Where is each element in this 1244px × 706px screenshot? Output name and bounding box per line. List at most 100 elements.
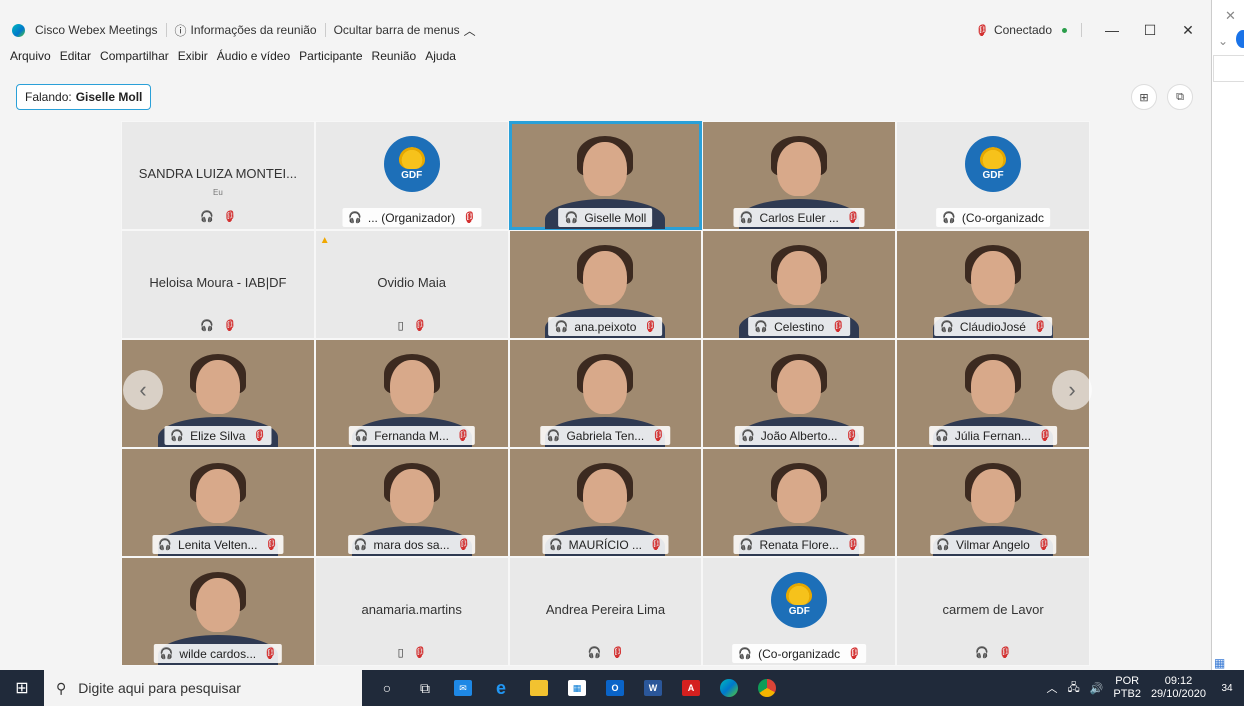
participant-name-tag: 🎧 wilde cardos... 🎙: [153, 644, 283, 663]
menu-participante[interactable]: Participante: [299, 49, 362, 67]
menu-editar[interactable]: Editar: [60, 49, 91, 67]
minimize-button[interactable]: —: [1096, 22, 1128, 38]
taskbar-search[interactable]: ⚲ Digite aqui para pesquisar: [44, 670, 362, 706]
participant-tile[interactable]: 🎧 Carlos Euler ... 🎙: [702, 121, 897, 230]
outlook-icon[interactable]: O: [596, 670, 634, 706]
phone-icon: ▯: [397, 647, 404, 659]
acrobat-icon[interactable]: A: [672, 670, 710, 706]
participant-name-tag: 🎧 Gabriela Ten... 🎙: [540, 426, 671, 445]
headset-icon: 🎧: [348, 212, 362, 224]
grid-layout-icon[interactable]: ⊞: [1131, 84, 1157, 110]
gdf-logo-icon: GDF: [771, 572, 828, 628]
maximize-button[interactable]: ☐: [1134, 22, 1166, 39]
menu-arquivo[interactable]: Arquivo: [10, 49, 51, 67]
participant-name-tag: 🎧 Vilmar Angelo 🎙: [930, 535, 1056, 554]
previous-page-icon[interactable]: ‹: [123, 370, 163, 410]
participant-tile[interactable]: 🎧 CláudioJosé 🎙: [896, 230, 1090, 339]
gdf-logo-icon: GDF: [383, 136, 440, 192]
connection-icon: 🎙: [973, 24, 988, 37]
participant-tile[interactable]: GDF 🎧 (Co-organizadc 🎙: [702, 557, 897, 666]
network-icon[interactable]: 🖧: [1067, 679, 1079, 698]
headset-icon: 🎧: [936, 539, 951, 551]
pop-out-icon[interactable]: ⧉: [1167, 84, 1193, 110]
chevron-down-icon[interactable]: ⌄: [1218, 34, 1228, 48]
participant-tile[interactable]: Heloisa Moura - IAB|DF 🎧 🎙: [121, 230, 315, 339]
chevron-up-icon: ︿: [463, 23, 476, 38]
input-box[interactable]: [1213, 55, 1244, 82]
participant-name: Gabriela Ten...: [566, 428, 645, 443]
participant-tile[interactable]: 🎧 wilde cardos... 🎙: [121, 557, 315, 666]
notification-center-icon[interactable]: 34: [1216, 678, 1238, 698]
word-icon[interactable]: W: [634, 670, 672, 706]
webex-taskbar-icon[interactable]: [710, 670, 748, 706]
phone-icon: ▯: [397, 320, 404, 332]
participant-name: Giselle Moll: [584, 210, 647, 225]
participant-tile[interactable]: 🎧 Gabriela Ten... 🎙: [508, 339, 703, 448]
profile-icon[interactable]: [1236, 30, 1244, 48]
close-icon[interactable]: ✕: [1225, 8, 1236, 24]
participant-name: Carlos Euler ...: [759, 210, 839, 225]
participant-status: 🎧 🎙: [122, 210, 314, 223]
video-face: [583, 251, 628, 305]
participant-tile[interactable]: 🎧 Celestino 🎙: [702, 230, 897, 339]
tray-chevron-icon[interactable]: ︿: [1046, 680, 1057, 696]
menu-ajuda[interactable]: Ajuda: [425, 49, 456, 67]
mail-icon[interactable]: ✉: [444, 670, 482, 706]
volume-icon[interactable]: 🔊: [1090, 682, 1104, 695]
task-view-icon[interactable]: ⧉: [406, 670, 444, 706]
meeting-info-button[interactable]: ⓘ Informações da reunião: [175, 22, 317, 39]
clock[interactable]: 09:12 29/10/2020: [1151, 675, 1206, 701]
menu-compartilhar[interactable]: Compartilhar: [100, 49, 169, 67]
store-icon[interactable]: ▦: [558, 670, 596, 706]
active-speaker-label: Falando: Giselle Moll: [16, 84, 152, 110]
headset-icon: 🎧: [354, 430, 369, 442]
title-bar-right: 🎙 Conectado — ☐ ✕: [974, 11, 1204, 49]
participant-tile[interactable]: 🎧 Lenita Velten... 🎙: [121, 448, 315, 557]
divider: [324, 23, 326, 37]
participant-tile[interactable]: 🎧 Renata Flore... 🎙: [702, 448, 897, 557]
participant-tile[interactable]: SANDRA LUIZA MONTEI... Eu 🎧 🎙: [121, 121, 315, 230]
muted-mic-icon: 🎙: [251, 430, 266, 442]
participant-tile[interactable]: carmem de Lavor 🎧 🎙: [896, 557, 1090, 666]
muted-mic-icon: 🎙: [455, 539, 470, 551]
muted-mic-icon: 🎙: [461, 212, 476, 224]
menu-exibir[interactable]: Exibir: [178, 49, 208, 67]
language-indicator[interactable]: POR PTB2: [1113, 675, 1141, 701]
participant-status: 🎧 🎙: [897, 646, 1089, 659]
video-face: [777, 142, 822, 196]
participant-tile[interactable]: ▲ Ovidio Maia ▯ 🎙: [314, 230, 509, 339]
participant-tile[interactable]: 🎧 João Alberto... 🎙: [702, 339, 897, 448]
edge-icon[interactable]: e: [482, 670, 520, 706]
status-dot-icon: [1062, 27, 1067, 33]
participant-name: wilde cardos...: [179, 646, 257, 661]
menu-reuniao[interactable]: Reunião: [372, 49, 417, 67]
muted-mic-icon: 🎙: [844, 539, 859, 551]
participant-tile[interactable]: 🎧 Fernanda M... 🎙: [314, 339, 509, 448]
headset-icon: 🎧: [159, 648, 174, 660]
webex-logo-icon: [12, 23, 25, 37]
participant-tile[interactable]: GDF 🎧 (Co-organizadc: [896, 121, 1090, 230]
file-explorer-icon[interactable]: [520, 670, 558, 706]
participant-tile[interactable]: 🎧 Vilmar Angelo 🎙: [896, 448, 1090, 557]
menu-audio-video[interactable]: Áudio e vídeo: [217, 49, 290, 67]
participant-tile[interactable]: 🎧 Giselle Moll: [508, 121, 703, 230]
participant-tile[interactable]: anamaria.martins ▯ 🎙: [314, 557, 509, 666]
video-face: [195, 469, 240, 523]
headset-icon: 🎧: [754, 321, 769, 333]
cortana-icon[interactable]: ○: [368, 670, 406, 706]
participant-tile[interactable]: Andrea Pereira Lima 🎧 🎙: [508, 557, 703, 666]
grid-view-icon[interactable]: ▦: [1214, 656, 1225, 670]
next-page-icon[interactable]: ›: [1052, 370, 1092, 410]
participant-tile[interactable]: 🎧 mara dos sa... 🎙: [314, 448, 509, 557]
windows-start-icon[interactable]: ⊞: [0, 670, 44, 706]
participant-name: CláudioJosé: [959, 319, 1026, 334]
hide-menu-button[interactable]: Ocultar barra de menus ︿: [334, 22, 476, 39]
participant-tile[interactable]: GDF 🎧 ... (Organizador) 🎙: [314, 121, 509, 230]
video-face: [777, 469, 822, 523]
close-button[interactable]: ✕: [1172, 22, 1204, 39]
chrome-icon[interactable]: [748, 670, 786, 706]
participant-name-tag: 🎧 Júlia Fernan... 🎙: [929, 426, 1057, 445]
participant-tile[interactable]: 🎧 MAURÍCIO ... 🎙: [508, 448, 703, 557]
participant-tile[interactable]: 🎧 ana.peixoto 🎙: [508, 230, 703, 339]
participant-name-tag: 🎧 Carlos Euler ... 🎙: [733, 208, 865, 227]
